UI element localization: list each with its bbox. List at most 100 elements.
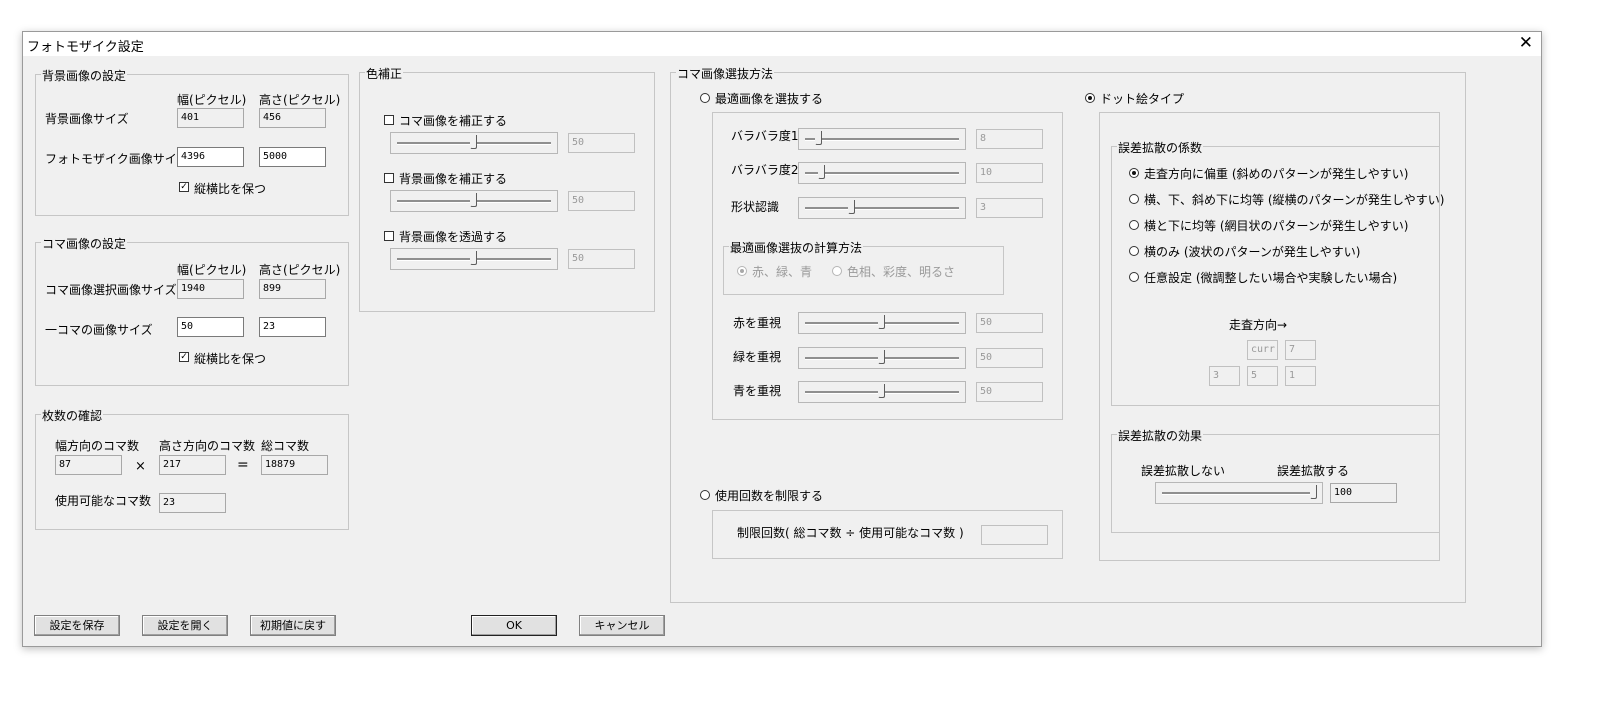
times-sign: ×	[135, 459, 146, 474]
slider-thumb[interactable]	[878, 315, 885, 329]
height-tiles-field[interactable]: 217	[159, 455, 226, 475]
correct-bg-value[interactable]: 50	[568, 191, 635, 211]
blue-weight-value[interactable]: 50	[976, 382, 1043, 402]
coef-option-even2-radio[interactable]	[1129, 220, 1139, 230]
shape-slider[interactable]	[798, 197, 966, 219]
best-image-label: 最適画像を選抜する	[715, 92, 824, 106]
scatter2-value[interactable]: 10	[976, 163, 1043, 183]
coef-option-horizontal-label: 横のみ (波状のパターンが発生しやすい)	[1144, 245, 1361, 259]
red-weight-value[interactable]: 50	[976, 313, 1043, 333]
bg-keep-ratio-checkbox[interactable]: ✓	[179, 182, 189, 192]
slider-thumb[interactable]	[818, 165, 825, 179]
matrix-right-field[interactable]: 7	[1285, 340, 1316, 360]
slider-thumb[interactable]	[878, 350, 885, 364]
correct-tile-slider[interactable]	[390, 132, 558, 154]
slider-thumb[interactable]	[470, 193, 477, 207]
diffusion-coef-label: 誤差拡散の係数	[1117, 139, 1204, 156]
coef-option-custom-radio[interactable]	[1129, 272, 1139, 282]
rgb-radio[interactable]	[737, 266, 747, 276]
cancel-button[interactable]: キャンセル	[579, 615, 665, 636]
ok-button[interactable]: OK	[471, 615, 557, 636]
coef-option-even2-label: 横と下に均等 (網目状のパターンが発生しやすい)	[1144, 219, 1409, 233]
usable-tiles-field[interactable]: 23	[159, 493, 226, 513]
tile-select-height-field[interactable]: 899	[259, 279, 326, 299]
shape-label: 形状認識	[731, 200, 780, 214]
scan-direction-label: 走査方向→	[1229, 318, 1288, 332]
correct-bg-slider[interactable]	[390, 190, 558, 212]
tile-select-width-field[interactable]: 1940	[177, 279, 244, 299]
bg-col-height-header: 高さ(ピクセル)	[259, 93, 341, 107]
dot-type-radio[interactable]	[1085, 93, 1095, 103]
reset-defaults-button[interactable]: 初期値に戻す	[250, 615, 336, 636]
transparent-bg-checkbox[interactable]	[384, 231, 394, 241]
correct-tile-checkbox[interactable]	[384, 115, 394, 125]
correct-tile-label: コマ画像を補正する	[399, 114, 508, 128]
bg-keep-ratio-label: 縦横比を保つ	[194, 182, 267, 196]
dialog-window: フォトモザイク設定 ✕ 背景画像の設定 幅(ピクセル) 高さ(ピクセル) 背景画…	[22, 31, 1542, 647]
red-weight-slider[interactable]	[798, 312, 966, 334]
dot-type-label: ドット絵タイプ	[1100, 92, 1185, 106]
matrix-curr-field[interactable]: curr	[1247, 340, 1278, 360]
mosaic-width-field[interactable]: 4396	[177, 147, 244, 167]
matrix-bottom-left-field[interactable]: 3	[1209, 366, 1240, 386]
green-weight-label: 緑を重視	[733, 350, 782, 364]
bg-size-label: 背景画像サイズ	[45, 112, 129, 126]
green-weight-value[interactable]: 50	[976, 348, 1043, 368]
scatter1-slider[interactable]	[798, 128, 966, 150]
mosaic-height-field[interactable]: 5000	[259, 147, 326, 167]
title-bar[interactable]: フォトモザイク設定 ✕	[23, 32, 1541, 56]
scatter1-label: バラバラ度1	[731, 129, 799, 143]
count-check-label: 枚数の確認	[41, 407, 104, 424]
correct-tile-value[interactable]: 50	[568, 133, 635, 153]
coef-option-horizontal-radio[interactable]	[1129, 246, 1139, 256]
tile-settings-label: コマ画像の設定	[41, 235, 128, 252]
scatter2-label: バラバラ度2	[731, 163, 799, 177]
slider-thumb[interactable]	[815, 131, 822, 145]
tile-height-field[interactable]: 23	[259, 317, 326, 337]
transparent-bg-value[interactable]: 50	[568, 249, 635, 269]
slider-thumb[interactable]	[878, 384, 885, 398]
bg-height-field[interactable]: 456	[259, 108, 326, 128]
bg-col-width-header: 幅(ピクセル)	[177, 93, 247, 107]
equals-sign: =	[237, 457, 249, 473]
coef-option-even3-radio[interactable]	[1129, 194, 1139, 204]
mosaic-size-label: フォトモザイク画像サイズ	[45, 152, 189, 166]
blue-weight-slider[interactable]	[798, 381, 966, 403]
shape-value[interactable]: 3	[976, 198, 1043, 218]
tile-col-width-header: 幅(ピクセル)	[177, 263, 247, 277]
best-image-radio[interactable]	[700, 93, 710, 103]
slider-thumb[interactable]	[848, 200, 855, 214]
limit-usage-radio[interactable]	[700, 490, 710, 500]
red-weight-label: 赤を重視	[733, 316, 782, 330]
close-icon[interactable]: ✕	[1519, 33, 1533, 53]
limit-count-field[interactable]	[981, 525, 1048, 545]
matrix-bottom-right-field[interactable]: 1	[1285, 366, 1316, 386]
coef-option-scan-radio[interactable]	[1129, 168, 1139, 178]
rgb-label: 赤、緑、青	[752, 265, 813, 279]
total-tiles-field[interactable]: 18879	[261, 455, 328, 475]
color-correction-label: 色補正	[365, 65, 404, 82]
hsv-radio[interactable]	[832, 266, 842, 276]
open-settings-button[interactable]: 設定を開く	[142, 615, 228, 636]
diffusion-effect-slider[interactable]	[1155, 482, 1323, 504]
tile-keep-ratio-label: 縦横比を保つ	[194, 352, 267, 366]
width-tiles-label: 幅方向のコマ数	[55, 439, 140, 453]
matrix-bottom-field[interactable]: 5	[1247, 366, 1278, 386]
tile-col-height-header: 高さ(ピクセル)	[259, 263, 341, 277]
width-tiles-field[interactable]: 87	[55, 455, 122, 475]
slider-thumb[interactable]	[470, 135, 477, 149]
tile-width-field[interactable]: 50	[177, 317, 244, 337]
green-weight-slider[interactable]	[798, 347, 966, 369]
slider-thumb[interactable]	[1310, 485, 1317, 499]
diffusion-effect-value[interactable]: 100	[1330, 483, 1397, 503]
limit-count-label: 制限回数( 総コマ数 ÷ 使用可能なコマ数 )	[737, 526, 964, 540]
correct-bg-checkbox[interactable]	[384, 173, 394, 183]
scatter2-slider[interactable]	[798, 162, 966, 184]
height-tiles-label: 高さ方向のコマ数	[159, 439, 256, 453]
scatter1-value[interactable]: 8	[976, 129, 1043, 149]
tile-keep-ratio-checkbox[interactable]: ✓	[179, 352, 189, 362]
bg-width-field[interactable]: 401	[177, 108, 244, 128]
transparent-bg-slider[interactable]	[390, 248, 558, 270]
slider-thumb[interactable]	[470, 251, 477, 265]
save-settings-button[interactable]: 設定を保存	[34, 615, 120, 636]
